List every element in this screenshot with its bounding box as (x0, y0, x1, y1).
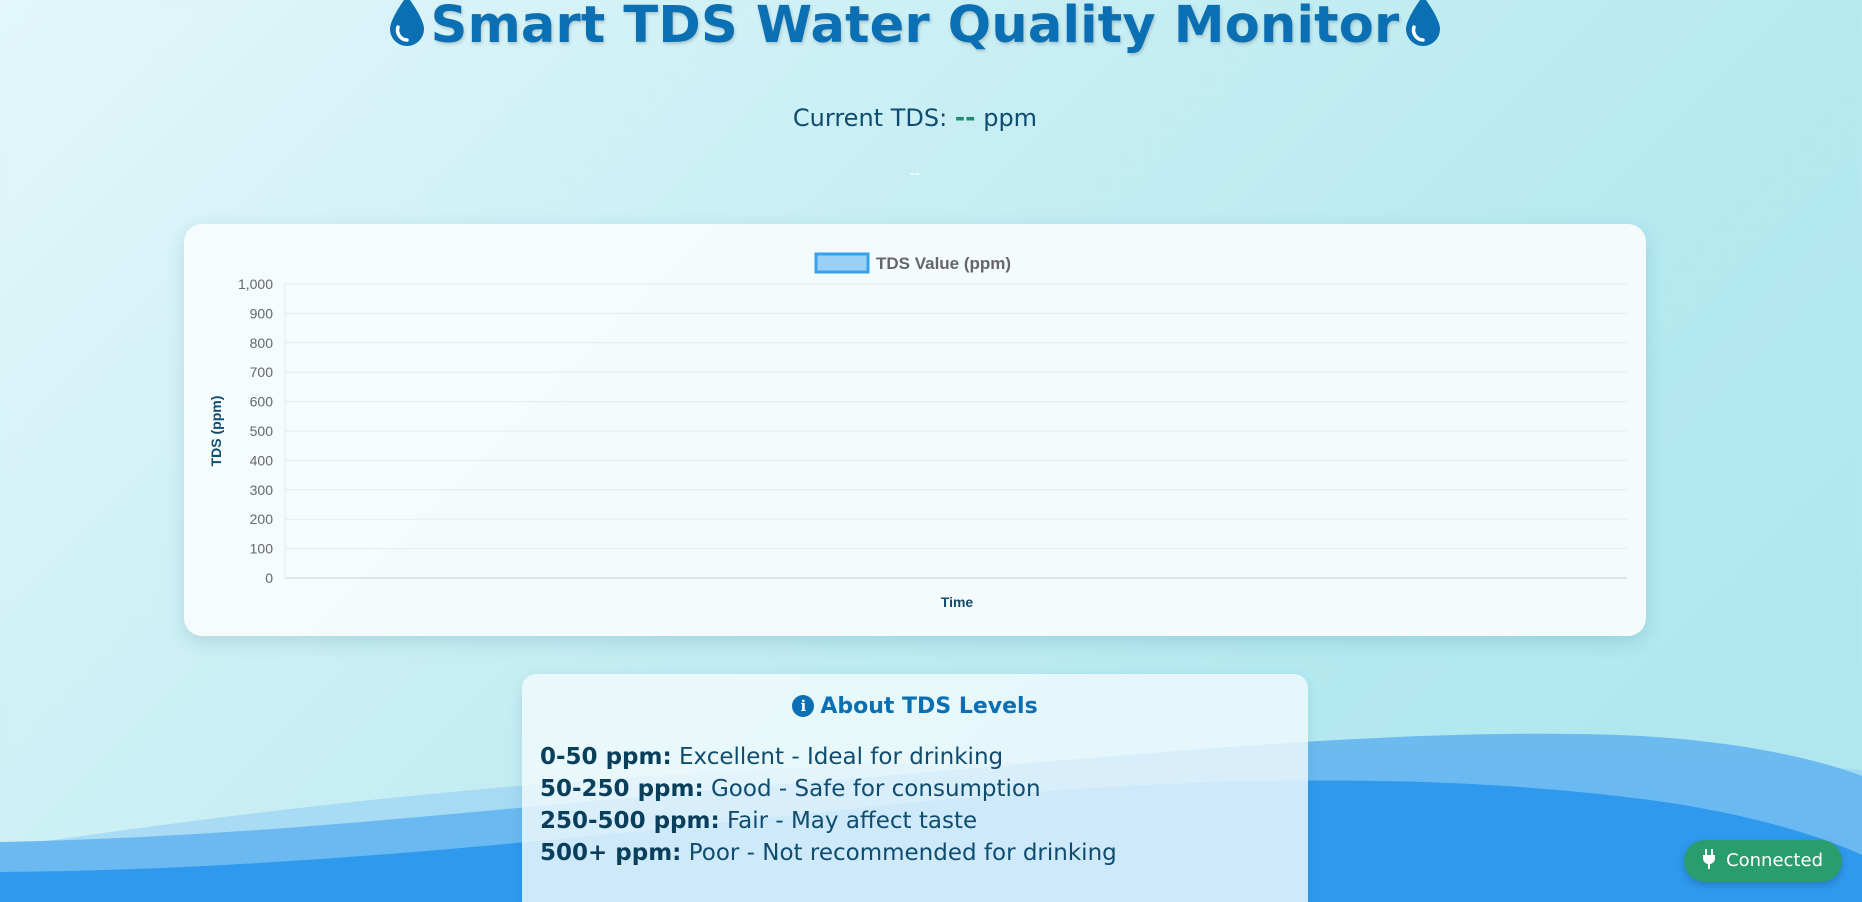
about-tds-card: i About TDS Levels 0-50 ppm: Excellent - … (522, 674, 1308, 902)
water-drop-icon (1403, 0, 1443, 61)
y-tick-label: 900 (250, 305, 274, 321)
y-tick-label: 200 (250, 511, 274, 527)
legend-label[interactable]: TDS Value (ppm) (876, 254, 1011, 273)
level-description: Good - Safe for consumption (710, 776, 1041, 802)
water-quality-status: -- (909, 164, 921, 182)
connection-label: Connected (1726, 850, 1823, 871)
about-tds-heading: i About TDS Levels (522, 694, 1308, 719)
legend-swatch[interactable] (814, 252, 870, 274)
tds-levels-list: 0-50 ppm: Excellent - Ideal for drinking… (540, 741, 1308, 869)
list-item: 50-250 ppm: Good - Safe for consumption (540, 773, 1308, 805)
page-title-text: Smart TDS Water Quality Monitor (430, 0, 1400, 55)
level-range: 0-50 ppm: (540, 744, 672, 770)
y-axis-title: TDS (ppm) (208, 396, 224, 467)
y-tick-label: 700 (250, 364, 274, 380)
level-range: 250-500 ppm: (540, 808, 720, 834)
level-description: Fair - May affect taste (726, 808, 978, 834)
info-icon: i (792, 695, 815, 717)
page-title: Smart TDS Water Quality Monitor (0, 0, 1830, 61)
y-tick-label: 100 (250, 541, 274, 557)
level-description: Poor - Not recommended for drinking (688, 840, 1117, 866)
y-tick-label: 0 (265, 570, 273, 586)
list-item: 0-50 ppm: Excellent - Ideal for drinking (540, 741, 1308, 773)
tds-chart-card: 0 100 200 300 400 500 600 700 800 900 1,000 TDS Va… (184, 224, 1646, 636)
x-axis-title: Time (941, 594, 974, 610)
current-tds-readout: Current TDS: -- ppm (0, 103, 1830, 132)
current-tds-value: -- (954, 103, 976, 132)
tds-chart: 0 100 200 300 400 500 600 700 800 900 1,000 TDS Va… (208, 252, 1627, 610)
y-tick-label: 600 (250, 394, 274, 410)
list-item: 250-500 ppm: Fair - May affect taste (540, 805, 1308, 837)
connection-status-badge: Connected (1684, 840, 1842, 882)
about-tds-title: About TDS Levels (820, 694, 1038, 719)
current-tds-unit: ppm (983, 104, 1038, 132)
list-item: 500+ ppm: Poor - Not recommended for dri… (540, 837, 1308, 869)
y-tick-label: 800 (250, 335, 274, 351)
current-tds-label: Current TDS: (792, 104, 948, 132)
y-tick-label: 400 (250, 452, 274, 468)
y-tick-label: 300 (250, 482, 274, 498)
water-drop-icon (387, 0, 427, 61)
plug-icon (1702, 843, 1716, 885)
level-range: 500+ ppm: (540, 840, 682, 866)
y-tick-label: 500 (250, 423, 274, 439)
y-tick-label: 1,000 (238, 276, 273, 292)
level-range: 50-250 ppm: (540, 776, 704, 802)
level-description: Excellent - Ideal for drinking (678, 744, 1004, 770)
